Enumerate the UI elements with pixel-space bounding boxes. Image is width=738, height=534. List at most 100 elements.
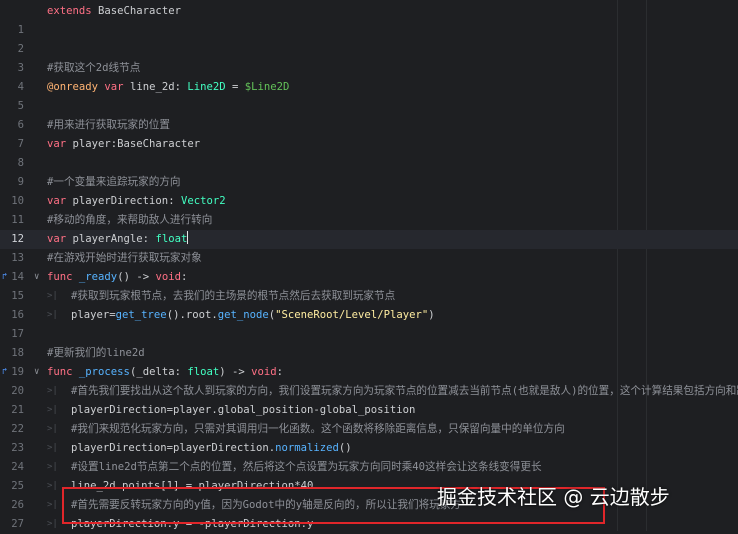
code-token: #首先我们要找出从这个敌人到玩家的方向，我们设置玩家方向为玩家节点的位置减去当前… bbox=[71, 385, 738, 397]
code-token: float bbox=[155, 233, 188, 245]
line-number: 17 bbox=[11, 328, 24, 340]
code-token: player= bbox=[71, 309, 116, 321]
code-line[interactable]: 1 bbox=[0, 21, 738, 40]
line-number: 7 bbox=[17, 138, 24, 150]
override-icon[interactable]: ↱ bbox=[2, 367, 12, 377]
tab-indent-icon: >| bbox=[47, 310, 58, 320]
code-text: #移动的角度，来帮助敌人进行转向 bbox=[47, 211, 212, 230]
code-token: #获取这个2d线节点 bbox=[47, 62, 141, 74]
override-icon[interactable]: ↱ bbox=[2, 272, 12, 282]
code-text: #设置line2d节点第二个点的位置，然后将这个点设置为玩家方向同时乘40这样会… bbox=[71, 458, 542, 477]
text-caret bbox=[187, 231, 189, 244]
line-number: 2 bbox=[17, 43, 24, 55]
code-line[interactable]: 5 bbox=[0, 97, 738, 116]
code-line[interactable]: 16 >| player=get_tree().root.get_node("Sce… bbox=[0, 306, 738, 325]
code-token: Line2D bbox=[187, 81, 226, 93]
code-token: #一个变量来追踪玩家的方向 bbox=[47, 176, 181, 188]
code-token: playerDirection: bbox=[66, 195, 181, 207]
code-line[interactable]: 11 #移动的角度，来帮助敌人进行转向 bbox=[0, 211, 738, 230]
code-token: = bbox=[225, 81, 245, 93]
tab-indent-icon: >| bbox=[47, 386, 58, 396]
code-token: normalized bbox=[275, 442, 339, 454]
code-text: #更新我们的line2d bbox=[47, 344, 145, 363]
code-line[interactable]: 19 ↱ ∨ func _process(_delta: float) -> void… bbox=[0, 363, 738, 382]
code-text: @onready var line_2d: Line2D = $Line2D bbox=[47, 78, 289, 97]
code-line[interactable]: 12 var playerAngle: float bbox=[0, 230, 738, 249]
code-line[interactable]: 13 #在游戏开始时进行获取玩家对象 bbox=[0, 249, 738, 268]
code-text: playerDirection=playerDirection.normaliz… bbox=[71, 439, 352, 458]
code-token: () -> bbox=[117, 271, 156, 283]
code-token: #移动的角度，来帮助敌人进行转向 bbox=[47, 214, 213, 226]
code-line[interactable]: 24 >| #设置line2d节点第二个点的位置，然后将这个点设置为玩家方向同时乘4… bbox=[0, 458, 738, 477]
code-token: playerDirection=player.global_position-g… bbox=[71, 404, 416, 416]
code-text: extends BaseCharacter bbox=[47, 2, 181, 21]
code-token: () bbox=[338, 442, 352, 454]
line-number: 20 bbox=[11, 385, 24, 397]
code-token: : bbox=[180, 271, 188, 283]
code-token: (_delta: bbox=[129, 366, 188, 378]
line-number: 9 bbox=[17, 176, 24, 188]
code-token: #用来进行获取玩家的位置 bbox=[47, 119, 170, 131]
code-text: #获取这个2d线节点 bbox=[47, 59, 140, 78]
code-line[interactable]: 9 #一个变量来追踪玩家的方向 bbox=[0, 173, 738, 192]
line-number: 16 bbox=[11, 309, 24, 321]
code-token: func bbox=[47, 366, 73, 378]
code-token: @onready bbox=[47, 81, 99, 93]
code-token: playerDirection=playerDirection. bbox=[71, 442, 276, 454]
tab-indent-icon: >| bbox=[47, 519, 58, 529]
line-number: 22 bbox=[11, 423, 24, 435]
code-text: player=get_tree().root.get_node("SceneRo… bbox=[71, 306, 435, 325]
watermark: 掘金技术社区 @ 云边散步 bbox=[437, 485, 670, 509]
code-line[interactable]: 4 @onready var line_2d: Line2D = $Line2D bbox=[0, 78, 738, 97]
code-token: line_2d: bbox=[123, 81, 188, 93]
code-token: BaseCharacter bbox=[91, 5, 181, 17]
code-line[interactable]: 8 bbox=[0, 154, 738, 173]
code-line[interactable]: 10 var playerDirection: Vector2 bbox=[0, 192, 738, 211]
code-token: ().root. bbox=[166, 309, 218, 321]
code-line[interactable]: 18 #更新我们的line2d bbox=[0, 344, 738, 363]
code-token: get_node bbox=[217, 309, 269, 321]
line-number: 24 bbox=[11, 461, 24, 473]
code-text: var player:BaseCharacter bbox=[47, 135, 200, 154]
code-line[interactable]: 6 #用来进行获取玩家的位置 bbox=[0, 116, 738, 135]
line-number: 5 bbox=[17, 100, 24, 112]
fold-chevron-icon[interactable]: ∨ bbox=[34, 268, 44, 287]
code-text: #首先我们要找出从这个敌人到玩家的方向，我们设置玩家方向为玩家节点的位置减去当前… bbox=[71, 382, 738, 401]
code-token: float bbox=[187, 366, 220, 378]
fold-chevron-icon[interactable]: ∨ bbox=[34, 363, 44, 382]
code-line[interactable]: 3 #获取这个2d线节点 bbox=[0, 59, 738, 78]
line-number: 10 bbox=[11, 195, 24, 207]
line-number: 3 bbox=[17, 62, 24, 74]
code-line[interactable]: 2 bbox=[0, 40, 738, 59]
code-text: func _ready() -> void: bbox=[47, 268, 187, 287]
code-token: player:BaseCharacter bbox=[66, 138, 201, 150]
code-text: var playerDirection: Vector2 bbox=[47, 192, 226, 211]
line-number: 11 bbox=[11, 214, 24, 226]
code-line[interactable]: 14 ↱ ∨ func _ready() -> void: bbox=[0, 268, 738, 287]
code-line[interactable]: 20 >| #首先我们要找出从这个敌人到玩家的方向，我们设置玩家方向为玩家节点的位置… bbox=[0, 382, 738, 401]
line-number: 6 bbox=[17, 119, 24, 131]
tab-indent-icon: >| bbox=[47, 443, 58, 453]
line-number: 15 bbox=[11, 290, 24, 302]
tab-indent-icon: >| bbox=[47, 462, 58, 472]
code-line[interactable]: extends BaseCharacter bbox=[0, 2, 738, 21]
code-line[interactable]: 15 >| #获取到玩家根节点，去我们的主场景的根节点然后去获取到玩家节点 bbox=[0, 287, 738, 306]
code-editor[interactable]: extends BaseCharacter 1 2 3 #获取这个2d线节点 4 @onre… bbox=[0, 0, 738, 531]
code-line[interactable]: 22 >| #我们来规范化玩家方向，只需对其调用归一化函数。这个函数将移除距离信息，… bbox=[0, 420, 738, 439]
code-line[interactable]: 23 >| playerDirection=playerDirection.norm… bbox=[0, 439, 738, 458]
code-line[interactable]: 17 bbox=[0, 325, 738, 344]
code-text: #获取到玩家根节点，去我们的主场景的根节点然后去获取到玩家节点 bbox=[71, 287, 395, 306]
line-number: 1 bbox=[17, 24, 24, 36]
code-token: ) -> bbox=[219, 366, 252, 378]
code-token: _process bbox=[78, 366, 130, 378]
code-token: _ready bbox=[78, 271, 118, 283]
code-line[interactable]: 7 var player:BaseCharacter bbox=[0, 135, 738, 154]
line-number: 13 bbox=[11, 252, 24, 264]
code-token: var bbox=[47, 195, 67, 207]
tab-indent-icon: >| bbox=[47, 291, 58, 301]
line-number: 26 bbox=[11, 499, 24, 511]
code-line[interactable]: 21 >| playerDirection=player.global_positi… bbox=[0, 401, 738, 420]
code-token: void bbox=[155, 271, 181, 283]
code-text: #我们来规范化玩家方向，只需对其调用归一化函数。这个函数将移除距离信息，只保留向… bbox=[71, 420, 565, 439]
code-token: #在游戏开始时进行获取玩家对象 bbox=[47, 252, 202, 264]
